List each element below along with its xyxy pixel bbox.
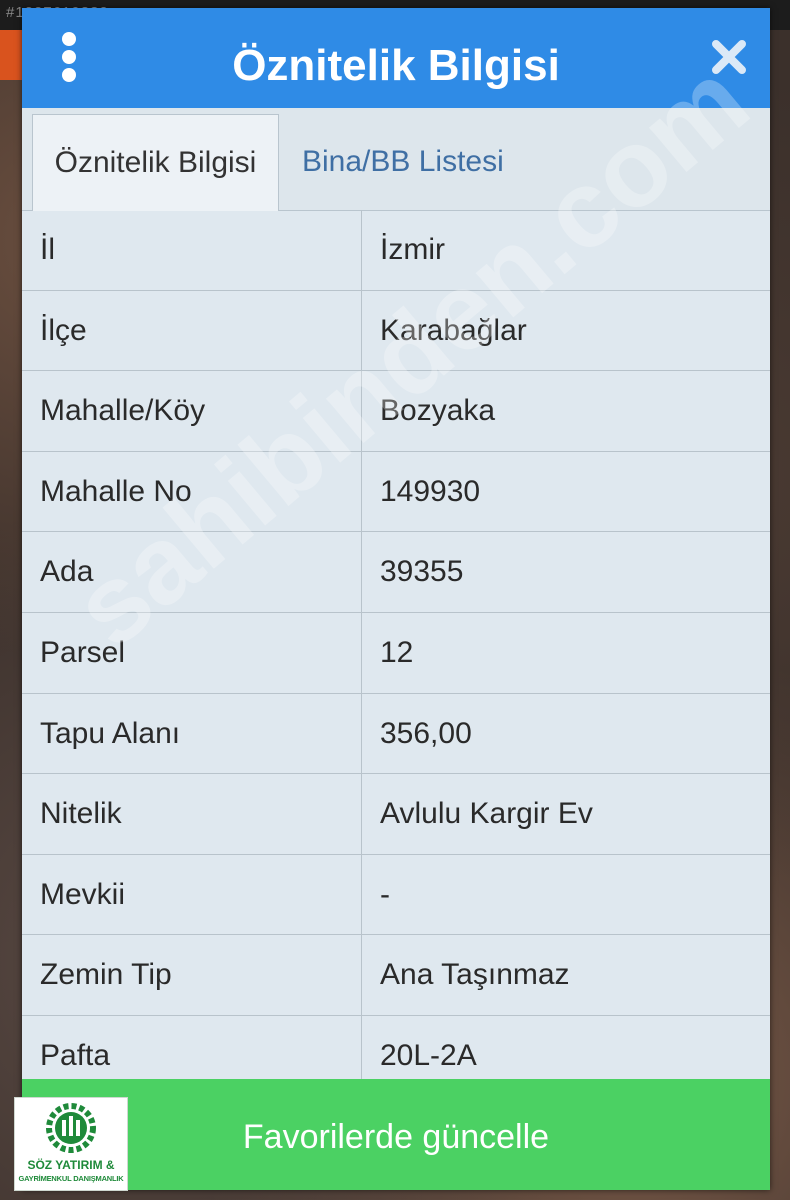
table-row: Zemin Tip Ana Taşınmaz bbox=[22, 935, 770, 1016]
row-key: İlçe bbox=[40, 313, 87, 347]
tab-bar: Öznitelik Bilgisi Bina/BB Listesi bbox=[22, 108, 770, 211]
table-row: Tapu Alanı 356,00 bbox=[22, 694, 770, 775]
table-row: Mahalle/Köy Bozyaka bbox=[22, 371, 770, 452]
table-row: Mahalle No 149930 bbox=[22, 452, 770, 533]
row-key: Mahalle No bbox=[40, 474, 192, 508]
left-accent-strip bbox=[0, 30, 22, 80]
attribute-table: İl İzmir İlçe Karabağlar Mahalle/Köy Bozyak… bbox=[22, 210, 770, 1097]
row-value: 12 bbox=[380, 635, 414, 669]
row-value: - bbox=[380, 877, 390, 911]
table-row: Parsel 12 bbox=[22, 613, 770, 694]
row-key: Ada bbox=[40, 555, 94, 589]
table-row: Mevkii - bbox=[22, 855, 770, 936]
table-row: İlçe Karabağlar bbox=[22, 291, 770, 372]
tab-bina-bb-listesi[interactable]: Bina/BB Listesi bbox=[282, 114, 524, 210]
table-row: Nitelik Avlulu Kargir Ev bbox=[22, 774, 770, 855]
dialog-header: Öznitelik Bilgisi bbox=[22, 8, 770, 108]
row-value: Karabağlar bbox=[380, 313, 527, 347]
row-key: Mahalle/Köy bbox=[40, 394, 206, 428]
row-key: Nitelik bbox=[40, 797, 122, 831]
tab-oznitelik-bilgisi[interactable]: Öznitelik Bilgisi bbox=[32, 114, 279, 211]
column-divider bbox=[361, 210, 362, 1086]
row-key: Tapu Alanı bbox=[40, 716, 181, 750]
row-key: Parsel bbox=[40, 635, 126, 669]
gear-logo-icon bbox=[46, 1103, 96, 1153]
row-value: 149930 bbox=[380, 474, 481, 508]
attribute-dialog: Öznitelik Bilgisi Öznitelik Bilgisi Bina… bbox=[22, 8, 770, 1190]
logo-line2: GAYRİMENKUL DANIŞMANLIK bbox=[18, 1174, 124, 1183]
row-value: Ana Taşınmaz bbox=[380, 958, 570, 992]
table-row: İl İzmir bbox=[22, 210, 770, 291]
close-icon[interactable] bbox=[710, 38, 748, 76]
row-key: İl bbox=[40, 233, 55, 266]
row-value: 356,00 bbox=[380, 716, 472, 750]
table-row: Ada 39355 bbox=[22, 532, 770, 613]
row-key: Mevkii bbox=[40, 877, 126, 911]
row-value: Avlulu Kargir Ev bbox=[380, 797, 593, 831]
dialog-title: Öznitelik Bilgisi bbox=[232, 41, 560, 90]
row-value: İzmir bbox=[380, 233, 445, 266]
row-key: Zemin Tip bbox=[40, 958, 172, 992]
row-value: Bozyaka bbox=[380, 394, 496, 428]
company-logo: SÖZ YATIRIM & GAYRİMENKUL DANIŞMANLIK bbox=[14, 1097, 128, 1191]
row-value: 39355 bbox=[380, 555, 464, 589]
update-favorites-button[interactable]: Favorilerde güncelle bbox=[22, 1079, 770, 1190]
logo-line1: SÖZ YATIRIM & bbox=[27, 1158, 115, 1172]
